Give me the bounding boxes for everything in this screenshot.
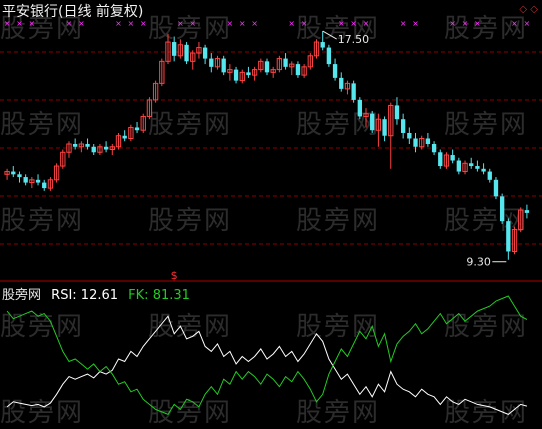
low-price-label: 9.30 <box>466 256 491 269</box>
candle-body-down <box>246 72 251 76</box>
candle-body-down <box>456 160 462 172</box>
signal-dollar-marker: $ <box>171 269 178 282</box>
price-chart[interactable]: × × × × × × × × × × × × × × × × × × × × × × × × × 17.509.30$ <box>0 0 542 427</box>
fk-label: FK: 81.31 <box>128 288 190 303</box>
signal-x-marker: × <box>363 19 370 28</box>
candle-body-down <box>493 179 499 197</box>
candle-body-down <box>524 210 530 213</box>
candle-body-down <box>370 113 375 131</box>
candle-body-down <box>209 58 214 67</box>
candle-body-down <box>431 144 437 153</box>
signal-x-marker: × <box>251 19 258 28</box>
candle-body-down <box>17 174 22 178</box>
signal-x-marker: × <box>524 19 531 28</box>
fk-value: 81.31 <box>152 288 190 303</box>
fk-line <box>6 295 528 416</box>
candle-body-down <box>202 47 208 59</box>
signal-x-marker: × <box>239 19 246 28</box>
indicator-site-label: 股旁网 <box>2 288 42 303</box>
candle-body-down <box>23 177 28 183</box>
candle-body-down <box>184 44 189 62</box>
candle-body-down <box>499 196 505 222</box>
candle-body-down <box>450 155 455 161</box>
signal-x-marker: × <box>177 19 184 28</box>
candle-body-down <box>382 119 387 136</box>
indicator-series <box>6 295 528 416</box>
candle-body-down <box>506 221 511 252</box>
candle-body-down <box>295 64 301 76</box>
signal-x-marker: × <box>301 19 308 28</box>
high-arrow <box>322 30 337 40</box>
candle-body-down <box>326 47 332 65</box>
signal-x-marker: × <box>412 19 419 28</box>
candle-body-down <box>42 182 47 189</box>
candle-body-down <box>413 138 418 147</box>
rsi-line <box>6 315 528 415</box>
signal-x-marker: × <box>474 19 481 28</box>
candle-body-down <box>469 163 474 167</box>
candle-body-down <box>438 152 443 167</box>
candle-body-down <box>320 42 325 48</box>
candle-body-down <box>339 77 344 89</box>
candle-body-down <box>85 144 90 147</box>
candle-body-down <box>425 138 431 144</box>
rsi-value: 12.61 <box>80 288 119 303</box>
candle-body-down <box>91 146 96 153</box>
fk-name: FK: <box>128 288 149 303</box>
candle-body-down <box>283 58 288 67</box>
candle-body-down <box>233 69 239 81</box>
signal-x-marker: × <box>400 19 407 28</box>
rsi-name: RSI: <box>51 288 77 303</box>
signal-x-marker: × <box>189 19 196 28</box>
signal-x-marker: × <box>338 19 345 28</box>
signal-x-marker: × <box>449 19 456 28</box>
candle-body-down <box>487 171 492 180</box>
signal-x-marker: × <box>511 19 518 28</box>
candle-body-down <box>103 146 109 150</box>
candle-body-down <box>332 64 338 78</box>
candle-body-down <box>475 166 480 169</box>
panel-controls: ◇ ◇ <box>519 4 538 15</box>
candle-body-down <box>400 119 406 133</box>
rsi-label: RSI: 12.61 <box>51 288 118 303</box>
chart-stage: 股旁网 股旁网 股旁网 股旁网 股旁网 股旁网 股旁网 股旁网 股旁网 股旁网 … <box>0 0 542 428</box>
signal-x-marker: × <box>350 19 357 28</box>
candle-body-down <box>134 127 140 131</box>
candle-body-down <box>407 132 412 139</box>
high-price-label: 17.50 <box>338 33 370 46</box>
indicator-legend: 股旁网 RSI: 12.61 FK: 81.31 <box>2 284 196 303</box>
signal-x-marker: × <box>227 19 234 28</box>
candle-body-down <box>35 179 41 183</box>
chart-title: 平安银行(日线 前复权) <box>2 4 144 20</box>
candle-body-down <box>481 168 486 172</box>
candle-body-down <box>172 42 177 56</box>
zoom-icon[interactable]: ◇ <box>519 4 527 15</box>
candle-body-down <box>122 135 127 139</box>
candle-body-down <box>357 99 362 117</box>
candle-body-down <box>11 171 16 175</box>
candle-body-down <box>221 58 226 73</box>
candlestick-series <box>4 31 530 260</box>
restore-icon[interactable]: ◇ <box>530 4 538 15</box>
signal-x-marker: × <box>462 19 469 28</box>
candle-body-down <box>72 144 78 147</box>
candle-body-down <box>351 83 356 100</box>
signal-x-marker: × <box>288 19 295 28</box>
candle-body-down <box>394 105 400 120</box>
candle-body-down <box>264 61 270 73</box>
